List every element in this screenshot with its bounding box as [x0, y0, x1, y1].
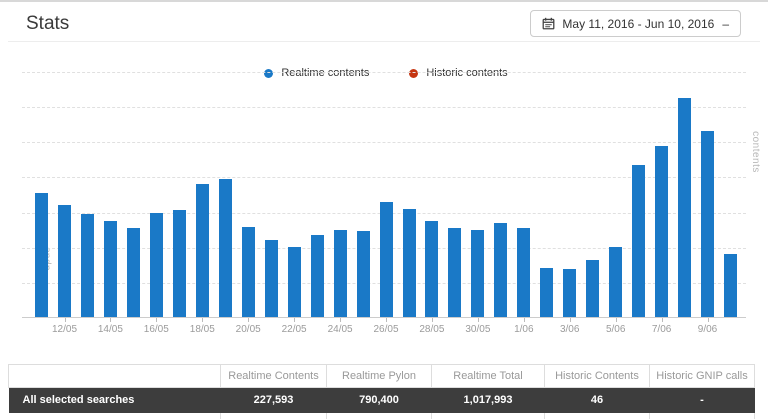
bar-chart: dpus 12/0514/0516/0518/0520/0522/0524/05…	[30, 72, 742, 318]
x-tick-label: 12/05	[52, 324, 77, 335]
bar-13-05[interactable]	[81, 214, 94, 317]
row-value: 790,400	[327, 388, 432, 413]
x-tick-label: 26/05	[373, 324, 398, 335]
row-value: -	[650, 388, 755, 413]
bar-11-05[interactable]	[35, 193, 48, 317]
axis-tick	[662, 318, 663, 322]
dropdown-caret-icon: –	[722, 17, 729, 31]
x-tick-label: 16/05	[144, 324, 169, 335]
bar-23-05[interactable]	[311, 235, 324, 317]
axis-tick	[248, 318, 249, 322]
x-tick-label: 5/06	[606, 324, 625, 335]
table-header-realtime-total: Realtime Total	[432, 365, 545, 388]
axis-tick	[478, 318, 479, 322]
date-range-label: May 11, 2016 - Jun 10, 2016	[562, 17, 714, 31]
x-tick-label: 3/06	[560, 324, 579, 335]
bar-12-05[interactable]	[58, 205, 71, 318]
table-header-realtime-contents: Realtime Contents	[221, 365, 327, 388]
calendar-icon	[542, 17, 555, 30]
x-tick-label: 24/05	[328, 324, 353, 335]
bar-10-06[interactable]	[724, 254, 737, 317]
bar-27-05[interactable]	[403, 209, 416, 317]
x-tick-label: 28/05	[419, 324, 444, 335]
stats-table: Realtime ContentsRealtime PylonRealtime …	[8, 364, 755, 419]
bar-3-06[interactable]	[563, 269, 576, 318]
bar-9-06[interactable]	[701, 131, 714, 317]
table-row-partial	[9, 413, 755, 419]
axis-tick	[294, 318, 295, 322]
axis-tick	[432, 318, 433, 322]
row-value: 227,593	[221, 388, 327, 413]
bar-24-05[interactable]	[334, 230, 347, 317]
gridline	[22, 72, 746, 73]
axis-tick	[202, 318, 203, 322]
axis-tick	[65, 318, 66, 322]
date-range-button[interactable]: May 11, 2016 - Jun 10, 2016 –	[530, 10, 741, 37]
axis-tick	[616, 318, 617, 322]
row-value: 1,017,993	[432, 388, 545, 413]
table-header-historic-gnip-calls: Historic GNIP calls	[650, 365, 755, 388]
partial-cell	[327, 413, 432, 419]
x-tick-label: 22/05	[282, 324, 307, 335]
gridline	[22, 107, 746, 108]
row-value: 46	[545, 388, 650, 413]
x-axis-line	[22, 317, 746, 318]
axis-tick	[340, 318, 341, 322]
bar-26-05[interactable]	[380, 202, 393, 317]
bar-21-05[interactable]	[265, 240, 278, 317]
y-axis-label-right: contents	[750, 131, 761, 173]
bar-1-06[interactable]	[517, 228, 530, 317]
bar-18-05[interactable]	[196, 184, 209, 318]
bar-19-05[interactable]	[219, 179, 232, 318]
partial-cell	[650, 413, 755, 419]
x-tick-label: 20/05	[236, 324, 261, 335]
axis-tick	[524, 318, 525, 322]
bar-7-06[interactable]	[655, 146, 668, 317]
table-header-historic-contents: Historic Contents	[545, 365, 650, 388]
x-tick-label: 7/06	[652, 324, 671, 335]
stats-table-header: Realtime ContentsRealtime PylonRealtime …	[9, 365, 755, 388]
bar-17-05[interactable]	[173, 210, 186, 318]
page-title: Stats	[26, 13, 69, 35]
table-header-realtime-pylon: Realtime Pylon	[327, 365, 432, 388]
x-tick-label: 30/05	[465, 324, 490, 335]
bar-16-05[interactable]	[150, 213, 163, 317]
x-tick-label: 1/06	[514, 324, 533, 335]
bar-2-06[interactable]	[540, 268, 553, 317]
bar-20-05[interactable]	[242, 227, 255, 317]
partial-cell	[221, 413, 327, 419]
axis-tick	[110, 318, 111, 322]
table-row-all-selected-searches[interactable]: All selected searches227,593790,4001,017…	[9, 388, 755, 413]
axis-tick	[570, 318, 571, 322]
x-tick-label: 14/05	[98, 324, 123, 335]
stats-table-body: All selected searches227,593790,4001,017…	[9, 388, 755, 419]
bar-25-05[interactable]	[357, 231, 370, 318]
bar-14-05[interactable]	[104, 221, 117, 317]
header-divider	[8, 41, 760, 42]
bar-5-06[interactable]	[609, 247, 622, 317]
bar-8-06[interactable]	[678, 98, 691, 317]
bar-31-05[interactable]	[494, 223, 507, 317]
bar-4-06[interactable]	[586, 260, 599, 317]
x-tick-label: 9/06	[698, 324, 717, 335]
bar-6-06[interactable]	[632, 165, 645, 318]
x-tick-label: 18/05	[190, 324, 215, 335]
bar-22-05[interactable]	[288, 247, 301, 317]
table-header-empty	[9, 365, 221, 388]
bar-30-05[interactable]	[471, 230, 484, 317]
row-label: All selected searches	[9, 388, 221, 413]
partial-cell	[9, 413, 221, 419]
axis-tick	[386, 318, 387, 322]
bar-29-05[interactable]	[448, 228, 461, 317]
partial-cell	[432, 413, 545, 419]
bar-15-05[interactable]	[127, 228, 140, 317]
axis-tick	[156, 318, 157, 322]
gridline	[22, 142, 746, 143]
partial-cell	[545, 413, 650, 419]
axis-tick	[708, 318, 709, 322]
bar-28-05[interactable]	[425, 221, 438, 317]
